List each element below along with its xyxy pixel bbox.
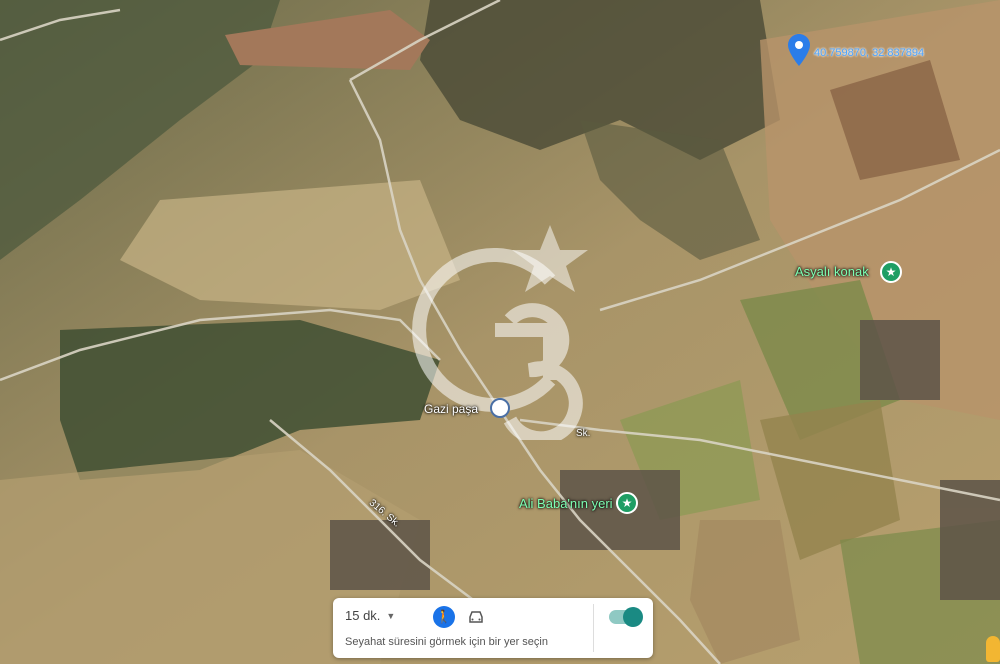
car-icon[interactable] — [465, 606, 487, 628]
street-label: Sk. — [576, 428, 591, 439]
travel-hint: Seyahat süresini görmek için bir yer seç… — [345, 636, 548, 648]
duration-select[interactable]: 15 dk. ▼ — [345, 608, 395, 623]
panel-divider — [593, 604, 594, 652]
place-label-asyali-konak[interactable]: Asyalı konak — [795, 264, 869, 279]
pegman-icon[interactable] — [986, 636, 1000, 662]
walk-icon[interactable]: 🚶 — [433, 606, 455, 628]
travel-time-panel: 15 dk. ▼ 🚶 Seyahat süresini görmek için … — [333, 598, 653, 658]
place-label-ali-baba[interactable]: Ali Baba'nın yeri — [519, 496, 613, 511]
star-poi-icon[interactable]: ★ — [880, 261, 902, 283]
place-label-gazi-pasa[interactable]: Gazi paşa — [424, 402, 478, 416]
pin-coordinates: 40.759870, 32.837894 — [814, 47, 925, 59]
duration-value: 15 dk. — [345, 608, 381, 623]
star-poi-icon[interactable]: ★ — [616, 492, 638, 514]
transit-stop-icon[interactable] — [490, 398, 510, 418]
location-pin-icon[interactable] — [788, 34, 810, 66]
travel-time-toggle[interactable] — [609, 607, 643, 627]
chevron-down-icon: ▼ — [386, 610, 396, 621]
